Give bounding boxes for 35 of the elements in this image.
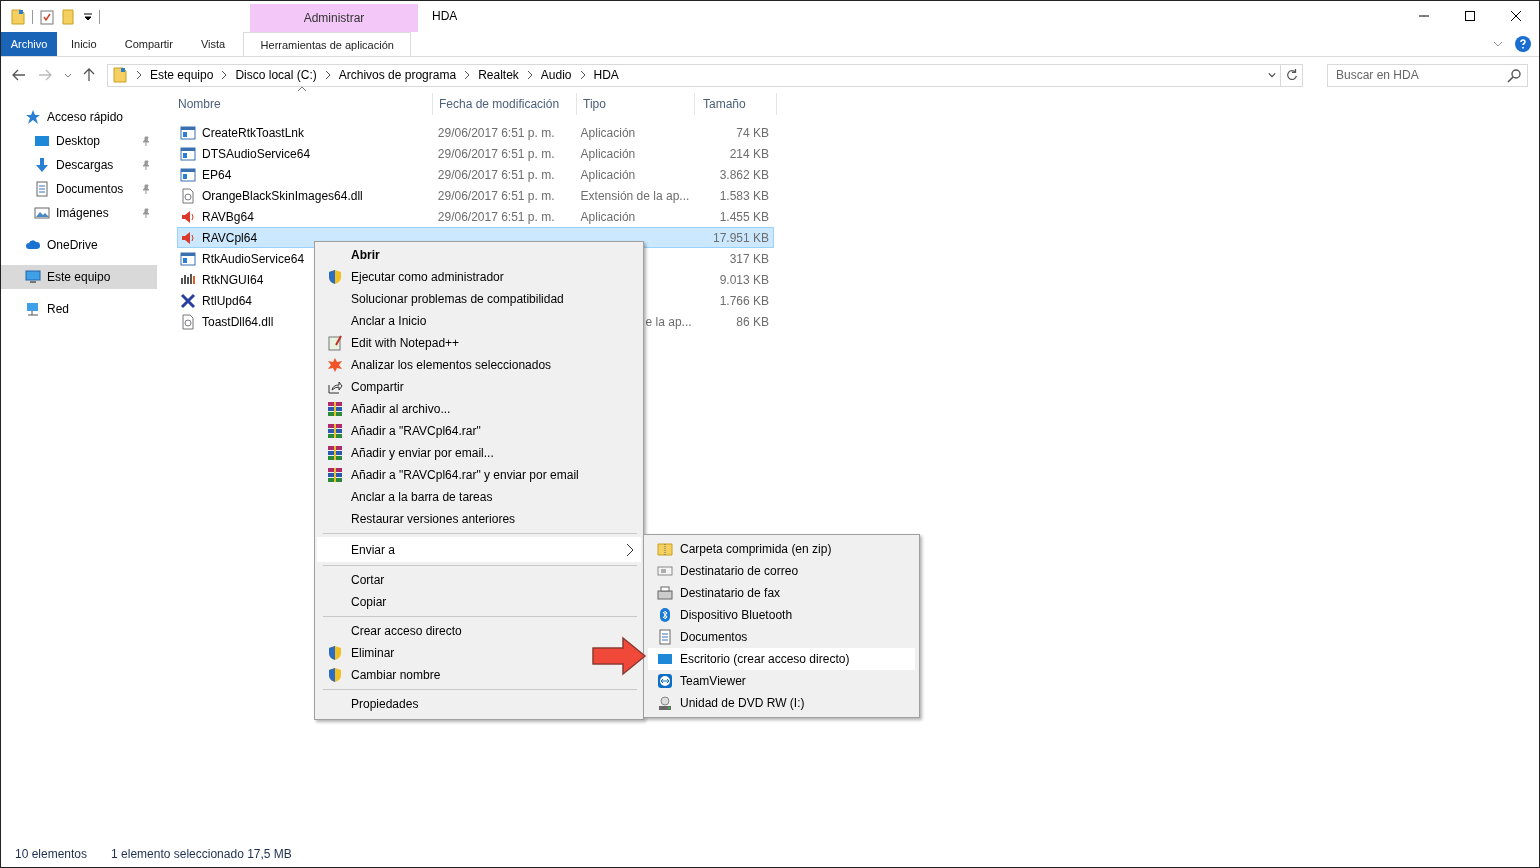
file-name: CreateRtkToastLnk — [202, 125, 305, 140]
size-cell: 74 KB — [736, 125, 769, 140]
item-count: 10 elementos — [15, 847, 88, 861]
type-cell: Aplicación — [580, 167, 636, 182]
date-cell: 29/06/2017 6:51 p. m. — [437, 125, 555, 140]
size-cell: 3.862 KB — [719, 167, 769, 182]
type-cell: Aplicación — [580, 125, 636, 140]
size-cell: 17.951 KB — [712, 230, 769, 245]
file-name: ToastDll64.dll — [202, 314, 274, 329]
file-name: RtkAudioService64 — [202, 251, 305, 266]
window-title: HDA — [432, 8, 458, 23]
size-cell: 9.013 KB — [719, 272, 769, 287]
date-cell: 29/06/2017 6:51 p. m. — [437, 209, 555, 224]
size-cell: 1.766 KB — [719, 293, 769, 308]
date-cell: 29/06/2017 6:51 p. m. — [437, 146, 555, 161]
type-cell: Aplicación — [580, 146, 636, 161]
file-name: DTSAudioService64 — [202, 146, 311, 161]
type-cell: Aplicación — [580, 209, 636, 224]
size-cell: 317 KB — [729, 251, 769, 266]
type-cell: Extensión de la ap... — [580, 188, 690, 203]
size-cell: 1.583 KB — [719, 188, 769, 203]
size-cell: 1.455 KB — [719, 209, 769, 224]
type-cell: e la ap... — [645, 314, 692, 329]
file-name: RtlUpd64 — [202, 293, 253, 308]
file-name: EP64 — [202, 167, 232, 182]
size-cell: 214 KB — [729, 146, 769, 161]
selection-info: 1 elemento seleccionado 17,5 MB — [111, 847, 292, 861]
file-name: OrangeBlackSkinImages64.dll — [202, 188, 363, 203]
date-cell: 29/06/2017 6:51 p. m. — [437, 167, 555, 182]
file-name: RtkNGUI64 — [202, 272, 264, 287]
file-name: RAVCpl64 — [202, 230, 258, 245]
size-cell: 86 KB — [736, 314, 769, 329]
context-tab-header: Administrar — [250, 4, 418, 32]
file-name: RAVBg64 — [202, 209, 254, 224]
date-cell: 29/06/2017 6:51 p. m. — [437, 188, 555, 203]
